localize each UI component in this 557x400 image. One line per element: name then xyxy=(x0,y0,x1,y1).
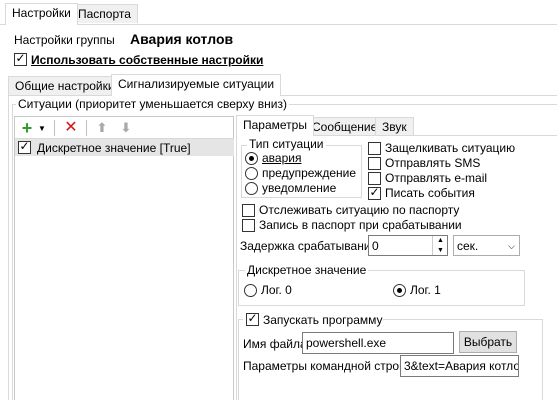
discrete-value-title: Дискретное значение xyxy=(245,263,369,277)
send-sms-checkbox[interactable] xyxy=(368,157,381,170)
arrow-up-icon[interactable]: ⬆ xyxy=(94,120,110,136)
list-item[interactable]: ✓ Дискретное значение [True] xyxy=(15,139,234,156)
radio-alarm-label[interactable]: авария xyxy=(262,151,301,165)
latch-situation-checkbox[interactable] xyxy=(368,142,381,155)
plus-icon[interactable]: + xyxy=(19,119,35,137)
run-program-checkbox[interactable]: ✓ xyxy=(246,311,259,326)
track-by-passport-label[interactable]: Отслеживать ситуацию по паспорту xyxy=(259,203,459,217)
radio-notification[interactable] xyxy=(245,182,258,195)
use-own-settings-label[interactable]: Использовать собственные настройки xyxy=(31,53,263,67)
chevron-down-icon: ⌵ xyxy=(508,241,515,251)
send-email-checkbox[interactable] xyxy=(368,172,381,185)
params-value: 3&text=Авария котлов' xyxy=(404,359,519,373)
choose-file-button-label: Выбрать xyxy=(463,335,513,349)
write-events-checkbox[interactable]: ✓ xyxy=(368,185,381,200)
sub-tabs-divider xyxy=(8,95,557,96)
radio-alarm[interactable] xyxy=(245,152,258,165)
toolbar-separator xyxy=(54,120,55,136)
send-email-label[interactable]: Отправлять e-mail xyxy=(385,171,487,185)
radio-log1-label[interactable]: Лог. 1 xyxy=(410,283,441,297)
tab-sound[interactable]: Звук xyxy=(375,117,414,136)
radio-log1[interactable] xyxy=(393,284,406,297)
tab-general-settings-label: Общие настройки xyxy=(15,79,115,93)
check-mark-icon: ✓ xyxy=(369,185,380,199)
write-events-label[interactable]: Писать события xyxy=(385,186,475,200)
situations-title: Ситуации (приоритет уменьшается сверху в… xyxy=(16,97,289,111)
red-x-icon[interactable]: ✕ xyxy=(63,120,79,136)
file-name-input[interactable]: powershell.exe xyxy=(302,332,454,354)
tab-message-label: Сообщение xyxy=(312,120,378,134)
group-name: Авария котлов xyxy=(130,31,234,47)
send-sms-label[interactable]: Отправлять SMS xyxy=(385,156,480,170)
situation-type-title: Тип ситуации xyxy=(247,137,326,151)
spin-down-icon[interactable]: ▼ xyxy=(433,246,448,255)
run-program-label[interactable]: Запускать программу xyxy=(263,313,383,327)
tab-parameters[interactable]: Параметры xyxy=(236,115,314,136)
radio-notification-label[interactable]: уведомление xyxy=(262,181,336,195)
tab-sound-label: Звук xyxy=(382,120,407,134)
detail-tabs-left-border xyxy=(236,135,237,400)
radio-log0-label[interactable]: Лог. 0 xyxy=(261,283,292,297)
file-name-value: powershell.exe xyxy=(306,336,387,350)
radio-warning[interactable] xyxy=(245,167,258,180)
group-settings-label: Настройки группы xyxy=(14,33,115,47)
latch-situation-label[interactable]: Защелкивать ситуацию xyxy=(385,141,515,155)
sub-tabs-left-border xyxy=(8,95,9,400)
chevron-down-icon[interactable]: ▼ xyxy=(37,121,47,137)
check-mark-icon: ✓ xyxy=(247,311,258,325)
arrow-down-icon[interactable]: ⬇ xyxy=(118,120,134,136)
tab-message[interactable]: Сообщение xyxy=(305,117,385,136)
write-passport-label[interactable]: Запись в паспорт при срабатывании xyxy=(259,218,462,232)
delay-value: 0 xyxy=(372,239,379,253)
tab-signaled-situations[interactable]: Сигнализируемые ситуации xyxy=(111,74,282,96)
check-mark-icon: ✓ xyxy=(15,51,26,65)
top-tabs-divider xyxy=(0,24,557,25)
toolbar-separator-2 xyxy=(86,120,87,136)
tab-settings[interactable]: Настройки xyxy=(5,3,78,25)
file-name-label: Имя файла xyxy=(243,337,307,351)
params-label: Параметры командной строки xyxy=(243,359,412,373)
radio-dot-icon xyxy=(397,288,402,293)
radio-dot-icon xyxy=(249,156,254,161)
tab-settings-label: Настройки xyxy=(12,6,71,20)
delay-label: Задержка срабатывания xyxy=(240,239,378,253)
tab-parameters-label: Параметры xyxy=(243,118,307,132)
check-mark-icon: ✓ xyxy=(19,139,30,153)
tab-signaled-situations-label: Сигнализируемые ситуации xyxy=(118,77,275,91)
radio-log0[interactable] xyxy=(244,284,257,297)
radio-warning-label[interactable]: предупреждение xyxy=(262,166,356,180)
tab-general-settings[interactable]: Общие настройки xyxy=(8,76,122,95)
write-passport-checkbox[interactable] xyxy=(242,219,255,232)
choose-file-button[interactable]: Выбрать xyxy=(459,331,517,353)
delay-unit-select[interactable]: сек. ⌵ xyxy=(453,235,520,256)
delay-spinner[interactable]: ▲ ▼ xyxy=(432,236,447,255)
params-input[interactable]: 3&text=Авария котлов' xyxy=(400,355,519,377)
list-item-checkbox[interactable]: ✓ xyxy=(18,139,31,154)
situations-list-panel xyxy=(14,116,234,400)
tab-passports-label: Паспорта xyxy=(78,7,131,21)
list-item-label: Дискретное значение [True] xyxy=(37,141,191,155)
delay-unit-value: сек. xyxy=(457,239,479,253)
spin-up-icon[interactable]: ▲ xyxy=(433,236,448,245)
track-by-passport-checkbox[interactable] xyxy=(242,204,255,217)
tab-passports[interactable]: Паспорта xyxy=(71,4,138,23)
use-own-settings-checkbox[interactable]: ✓ xyxy=(14,51,27,66)
